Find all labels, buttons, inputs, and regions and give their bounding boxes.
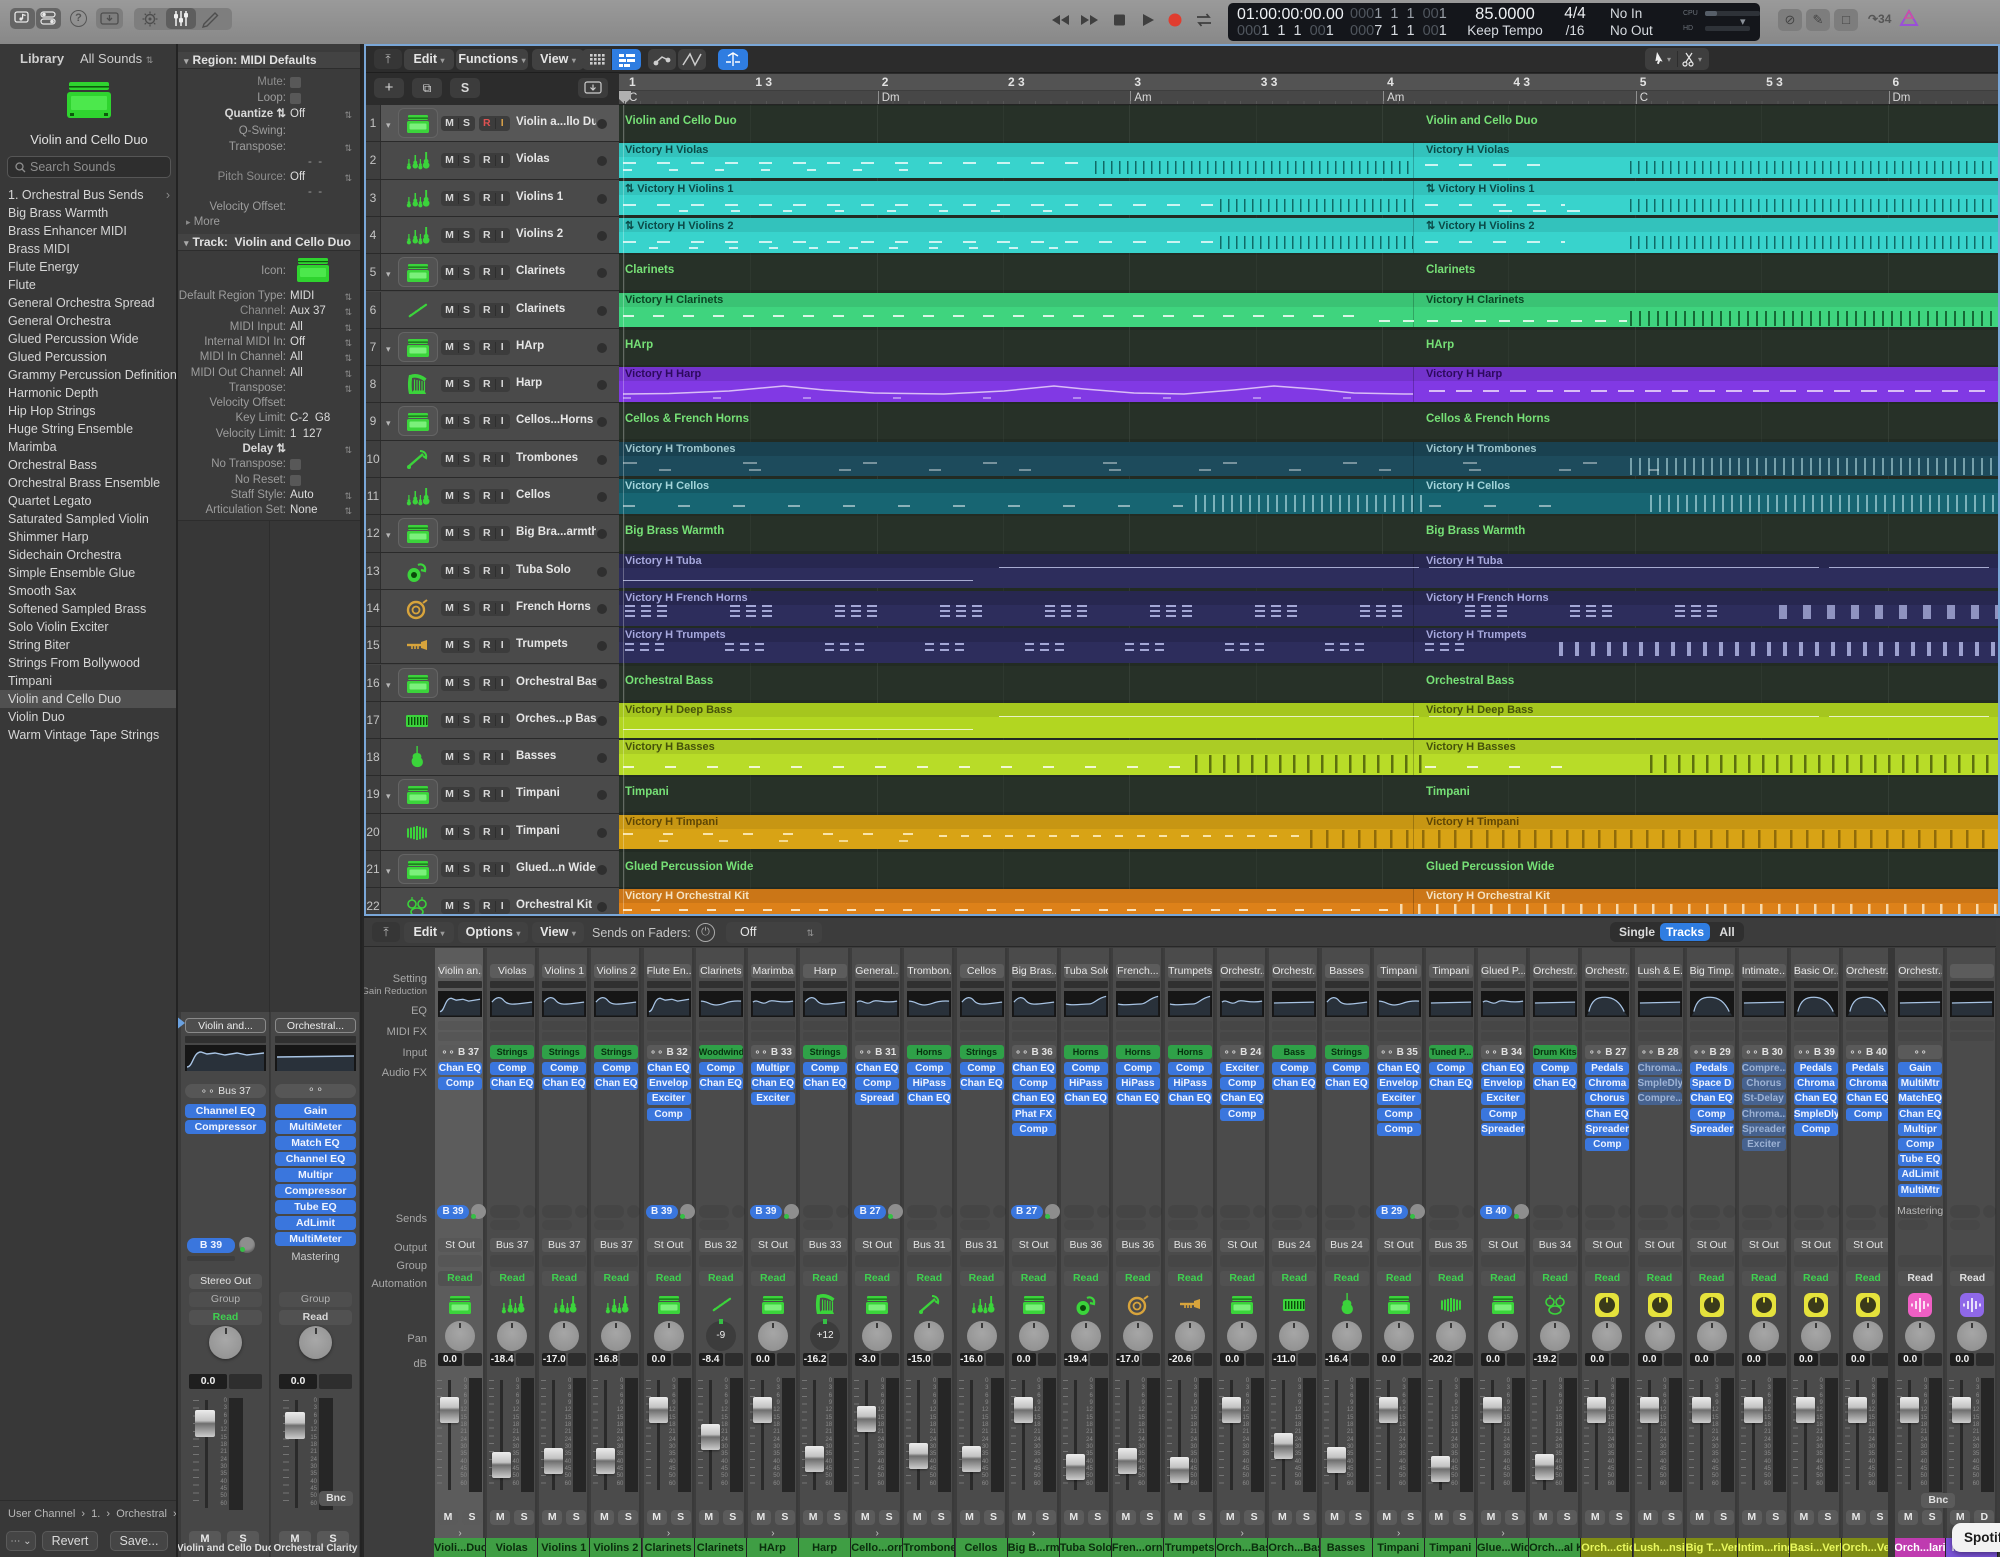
svg-text:▾: ▾ xyxy=(1698,55,1702,64)
svg-text:▾: ▾ xyxy=(1667,55,1671,64)
